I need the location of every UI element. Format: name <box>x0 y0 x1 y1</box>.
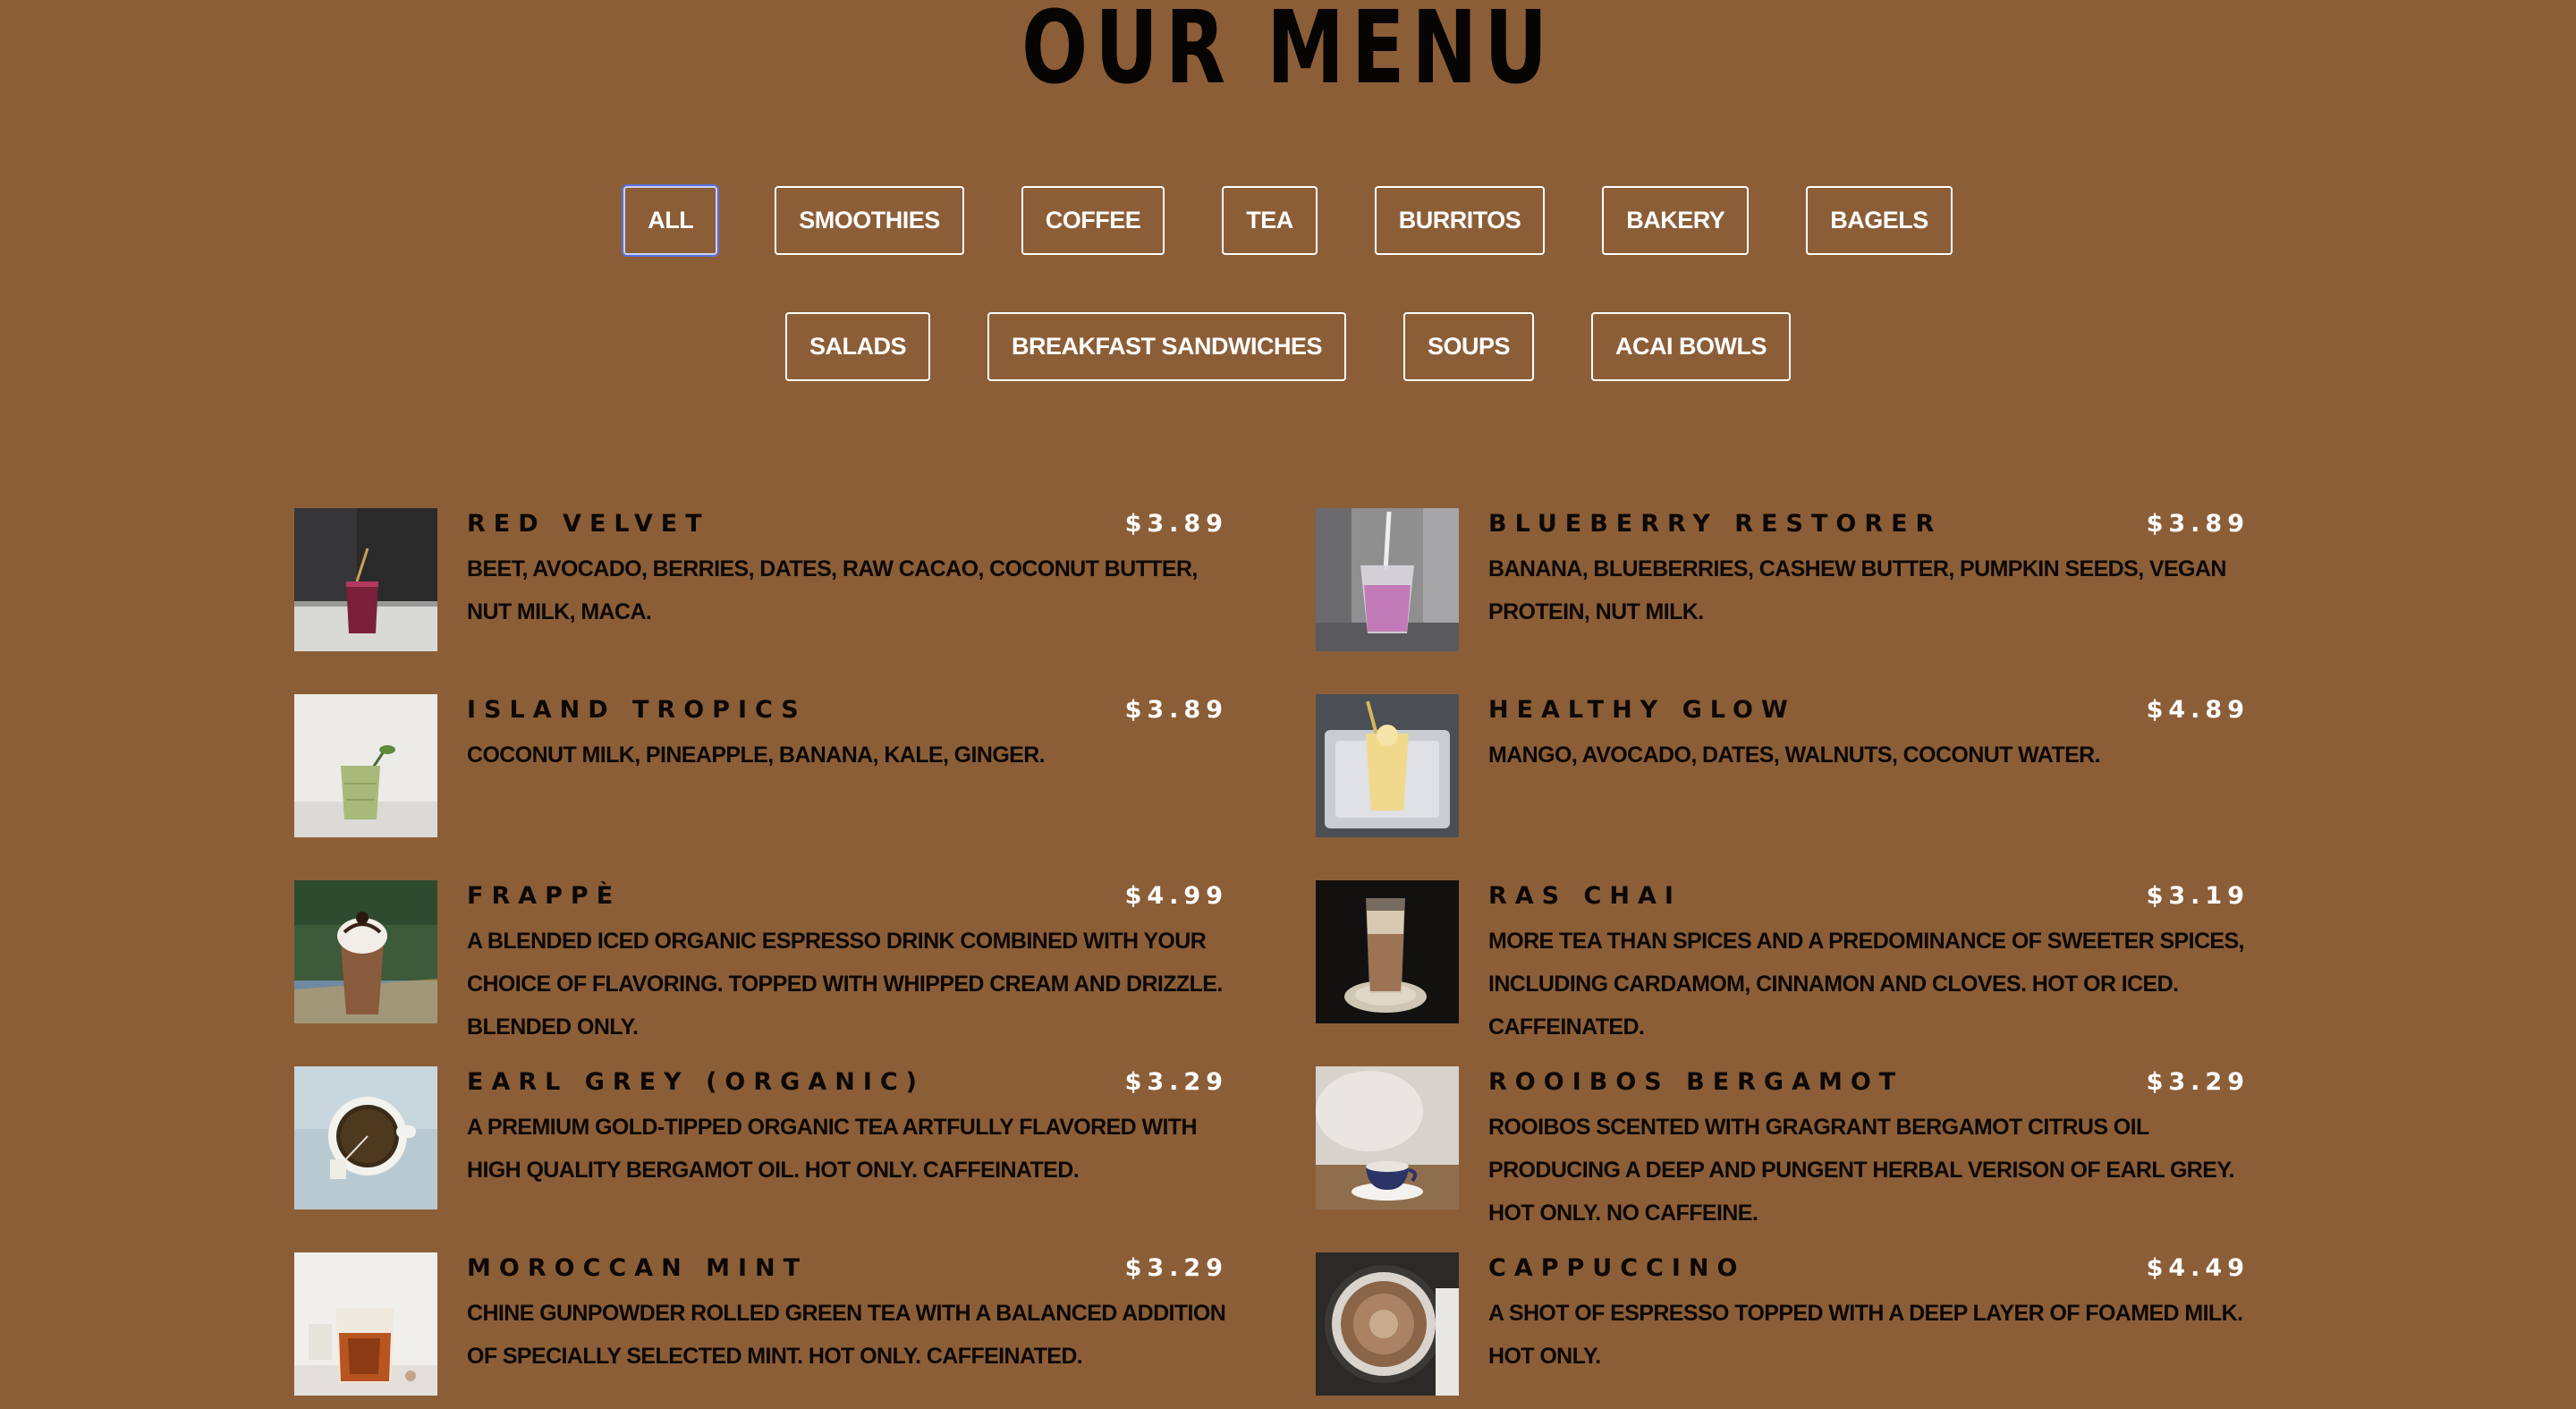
pink-smoothie-photo <box>1316 508 1459 651</box>
item-description: ROOIBOS SCENTED WITH GRAGRANT BERGAMOT C… <box>1488 1115 2235 1226</box>
item-price: $3.29 <box>2146 1068 2250 1096</box>
frappe-photo <box>294 880 437 1023</box>
tea-cup-photo <box>294 1066 437 1210</box>
menu-item-island-tropics: ISLAND TROPICS $3.89 COCONUT MILK, PINEA… <box>294 694 1228 837</box>
item-price: $3.29 <box>1124 1254 1228 1282</box>
filter-button-soups[interactable]: SOUPS <box>1403 312 1535 381</box>
item-name: FRAPPÈ <box>467 882 622 910</box>
category-filters-row-2: SALADS BREAKFAST SANDWICHES SOUPS ACAI B… <box>0 312 2576 381</box>
filter-button-bakery[interactable]: BAKERY <box>1602 186 1750 255</box>
item-name: MOROCCAN MINT <box>467 1254 809 1282</box>
item-price: $3.89 <box>1124 696 1228 724</box>
menu-item-earl-grey: EARL GREY (ORGANIC) $3.29 A PREMIUM GOLD… <box>294 1066 1228 1210</box>
item-description: A BLENDED ICED ORGANIC ESPRESSO DRINK CO… <box>467 929 1223 1040</box>
menu-item-cappuccino: CAPPUCCINO $4.49 A SHOT OF ESPRESSO TOPP… <box>1316 1252 2250 1396</box>
filter-button-bagels[interactable]: BAGELS <box>1806 186 1953 255</box>
item-price: $4.49 <box>2146 1254 2250 1282</box>
menu-item-rooibos-bergamot: ROOIBOS BERGAMOT $3.29 ROOIBOS SCENTED W… <box>1316 1066 2250 1226</box>
item-description: A PREMIUM GOLD-TIPPED ORGANIC TEA ARTFUL… <box>467 1115 1198 1183</box>
item-price: $3.29 <box>1124 1068 1228 1096</box>
item-price: $3.89 <box>1124 510 1228 538</box>
category-filters-row-1: ALL SMOOTHIES COFFEE TEA BURRITOS BAKERY… <box>0 186 2576 255</box>
item-name: ROOIBOS BERGAMOT <box>1488 1068 1904 1096</box>
page-title: OUR MENU <box>1021 0 1555 106</box>
item-description: MORE TEA THAN SPICES AND A PREDOMINANCE … <box>1488 929 2245 1040</box>
filter-button-all[interactable]: ALL <box>623 186 718 255</box>
cappuccino-photo <box>1316 1252 1459 1396</box>
menu-item-red-velvet: RED VELVET $3.89 BEET, AVOCADO, BERRIES,… <box>294 508 1228 651</box>
iced-chai-photo <box>1316 880 1459 1023</box>
filter-button-coffee[interactable]: COFFEE <box>1021 186 1165 255</box>
item-description: COCONUT MILK, PINEAPPLE, BANANA, KALE, G… <box>467 743 1046 768</box>
menu-item-frappe: FRAPPÈ $4.99 A BLENDED ICED ORGANIC ESPR… <box>294 880 1228 1040</box>
filter-button-breakfast-sandwiches[interactable]: BREAKFAST SANDWICHES <box>987 312 1346 381</box>
item-price: $3.89 <box>2146 510 2250 538</box>
item-price: $3.19 <box>2146 882 2250 910</box>
item-name: EARL GREY (ORGANIC) <box>467 1068 926 1096</box>
item-description: MANGO, AVOCADO, DATES, WALNUTS, COCONUT … <box>1488 743 2101 768</box>
item-name: RED VELVET <box>467 510 710 538</box>
red-smoothie-photo <box>294 508 437 651</box>
item-description: BEET, AVOCADO, BERRIES, DATES, RAW CACAO… <box>467 556 1198 624</box>
filter-button-salads[interactable]: SALADS <box>784 312 930 381</box>
item-description: A SHOT OF ESPRESSO TOPPED WITH A DEEP LA… <box>1488 1301 2243 1369</box>
filter-button-burritos[interactable]: BURRITOS <box>1374 186 1546 255</box>
glass-tea-photo <box>294 1252 437 1396</box>
menu-list: RED VELVET $3.89 BEET, AVOCADO, BERRIES,… <box>294 508 2250 1396</box>
mango-smoothie-photo <box>1316 694 1459 837</box>
teacup-saucer-photo <box>1316 1066 1459 1210</box>
green-smoothie-photo <box>294 694 437 837</box>
item-name: RAS CHAI <box>1488 882 1682 910</box>
item-description: CHINE GUNPOWDER ROLLED GREEN TEA WITH A … <box>467 1301 1226 1369</box>
item-name: HEALTHY GLOW <box>1488 696 1796 724</box>
menu-item-healthy-glow: HEALTHY GLOW $4.89 MANGO, AVOCADO, DATES… <box>1316 694 2250 837</box>
item-description: BANANA, BLUEBERRIES, CASHEW BUTTER, PUMP… <box>1488 556 2226 624</box>
menu-item-moroccan-mint: MOROCCAN MINT $3.29 CHINE GUNPOWDER ROLL… <box>294 1252 1228 1396</box>
item-name: BLUEBERRY RESTORER <box>1488 510 1943 538</box>
item-name: CAPPUCCINO <box>1488 1254 1746 1282</box>
menu-item-ras-chai: RAS CHAI $3.19 MORE TEA THAN SPICES AND … <box>1316 880 2250 1040</box>
menu-item-blueberry-restorer: BLUEBERRY RESTORER $3.89 BANANA, BLUEBER… <box>1316 508 2250 651</box>
filter-button-acai-bowls[interactable]: ACAI BOWLS <box>1591 312 1792 381</box>
item-price: $4.89 <box>2146 696 2250 724</box>
filter-button-smoothies[interactable]: SMOOTHIES <box>775 186 964 255</box>
filter-button-tea[interactable]: TEA <box>1222 186 1318 255</box>
item-price: $4.99 <box>1124 882 1228 910</box>
item-name: ISLAND TROPICS <box>467 696 807 724</box>
